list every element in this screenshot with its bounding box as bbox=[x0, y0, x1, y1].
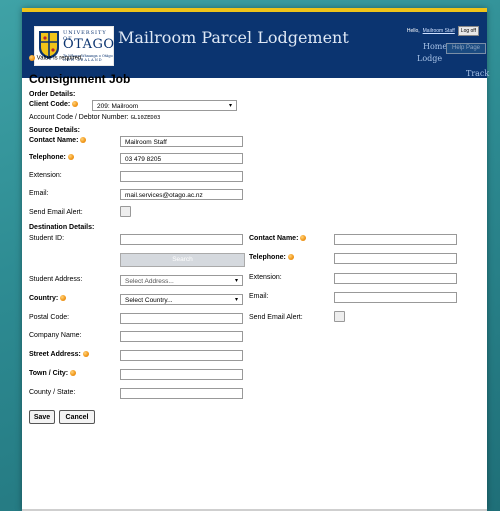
client-code-label: Client Code: bbox=[29, 101, 79, 108]
dest-email-alert-label: Send Email Alert: bbox=[249, 314, 303, 321]
source-extension-input[interactable] bbox=[120, 171, 243, 182]
client-code-select[interactable]: 209: Mailroom ▾ bbox=[92, 100, 237, 111]
student-address-value: Select Address... bbox=[125, 278, 174, 285]
dest-email-alert-checkbox[interactable] bbox=[334, 311, 345, 322]
required-icon bbox=[67, 154, 74, 161]
client-code-value: 209: Mailroom bbox=[97, 103, 139, 110]
required-icon bbox=[287, 254, 294, 261]
dest-email-input[interactable] bbox=[334, 292, 457, 303]
source-email-alert-label: Send Email Alert: bbox=[29, 209, 83, 216]
account-code-value: GL10ZED03 bbox=[130, 115, 161, 121]
order-details-heading: Order Details: bbox=[29, 91, 76, 98]
dest-email-label: Email: bbox=[249, 293, 269, 300]
dest-telephone-label: Telephone: bbox=[249, 254, 294, 261]
postal-code-input[interactable] bbox=[120, 313, 243, 324]
cancel-button[interactable]: Cancel bbox=[59, 410, 95, 424]
user-name-link[interactable]: Mailroom Staff bbox=[423, 28, 455, 34]
dest-contact-name-input[interactable] bbox=[334, 234, 457, 245]
chevron-down-icon: ▾ bbox=[234, 278, 238, 284]
required-icon bbox=[29, 55, 35, 61]
search-button[interactable]: Search bbox=[120, 253, 245, 267]
required-icon bbox=[80, 137, 87, 144]
source-telephone-label: Telephone: bbox=[29, 154, 74, 161]
dest-telephone-label-text: Telephone: bbox=[249, 254, 286, 261]
required-icon bbox=[70, 370, 77, 377]
student-id-label: Student ID: bbox=[29, 235, 65, 242]
app-title: Mailroom Parcel Lodgement bbox=[118, 28, 349, 47]
company-name-input[interactable] bbox=[120, 331, 243, 342]
dest-contact-name-label-text: Contact Name: bbox=[249, 235, 299, 242]
header: UNIVERSITY OF OTAGO Te Whare Wānanga o O… bbox=[22, 12, 489, 78]
town-city-label-text: Town / City: bbox=[29, 370, 69, 377]
source-telephone-input[interactable]: 03 479 8205 bbox=[120, 153, 243, 164]
nav-home[interactable]: Home bbox=[423, 42, 447, 51]
dest-telephone-input[interactable] bbox=[334, 253, 457, 264]
postal-code-label: Postal Code: bbox=[29, 314, 70, 321]
source-extension-label: Extension: bbox=[29, 172, 62, 179]
user-greeting: Hello, bbox=[406, 28, 420, 34]
dest-extension-label: Extension: bbox=[249, 274, 282, 281]
logoff-button[interactable]: Log off bbox=[457, 26, 479, 36]
required-note-text: Value is required. bbox=[36, 55, 83, 62]
country-value: Select Country... bbox=[125, 297, 173, 304]
nav-lodge[interactable]: Lodge bbox=[417, 54, 442, 63]
source-contact-name-input[interactable]: Mailroom Staff bbox=[120, 136, 243, 147]
country-label-text: Country: bbox=[29, 295, 59, 302]
country-select[interactable]: Select Country... ▾ bbox=[120, 294, 243, 305]
client-code-label-text: Client Code: bbox=[29, 101, 71, 108]
student-address-label: Student Address: bbox=[29, 276, 83, 283]
country-label: Country: bbox=[29, 295, 67, 302]
destination-details-heading: Destination Details: bbox=[29, 224, 95, 231]
street-address-label-text: Street Address: bbox=[29, 351, 81, 358]
dest-extension-input[interactable] bbox=[334, 273, 457, 284]
nav-help-image[interactable]: Help Page bbox=[446, 43, 486, 54]
street-address-input[interactable] bbox=[120, 350, 243, 361]
app-window: UNIVERSITY OF OTAGO Te Whare Wānanga o O… bbox=[22, 8, 489, 511]
required-icon bbox=[72, 101, 79, 108]
page-title: Consignment Job bbox=[29, 72, 131, 86]
required-note: Value is required. bbox=[29, 55, 83, 62]
user-info: Hello, Mailroom Staff Log off bbox=[407, 26, 479, 36]
source-telephone-label-text: Telephone: bbox=[29, 154, 66, 161]
source-details-heading: Source Details: bbox=[29, 127, 80, 134]
student-address-select[interactable]: Select Address... ▾ bbox=[120, 275, 243, 286]
source-contact-name-label-text: Contact Name: bbox=[29, 137, 79, 144]
county-state-label: County / State: bbox=[29, 389, 76, 396]
town-city-input[interactable] bbox=[120, 369, 243, 380]
chevron-down-icon: ▾ bbox=[228, 103, 232, 109]
company-name-label: Company Name: bbox=[29, 332, 82, 339]
student-id-input[interactable] bbox=[120, 234, 243, 245]
required-icon bbox=[60, 295, 67, 302]
account-code-label: Account Code / Debtor Number: bbox=[29, 114, 129, 121]
dest-contact-name-label: Contact Name: bbox=[249, 235, 307, 242]
source-email-alert-checkbox[interactable] bbox=[120, 206, 131, 217]
source-email-label: Email: bbox=[29, 190, 49, 197]
town-city-label: Town / City: bbox=[29, 370, 77, 377]
logo-university-name: OTAGO bbox=[63, 37, 115, 52]
source-email-input[interactable]: mail.services@otago.ac.nz bbox=[120, 189, 243, 200]
required-icon bbox=[82, 351, 89, 358]
account-code: Account Code / Debtor Number: GL10ZED03 bbox=[29, 114, 160, 121]
source-contact-name-label: Contact Name: bbox=[29, 137, 87, 144]
street-address-label: Street Address: bbox=[29, 351, 89, 358]
save-button[interactable]: Save bbox=[29, 410, 55, 424]
county-state-input[interactable] bbox=[120, 388, 243, 399]
nav-track[interactable]: Track bbox=[466, 69, 489, 78]
required-icon bbox=[300, 235, 307, 242]
chevron-down-icon: ▾ bbox=[234, 297, 238, 303]
